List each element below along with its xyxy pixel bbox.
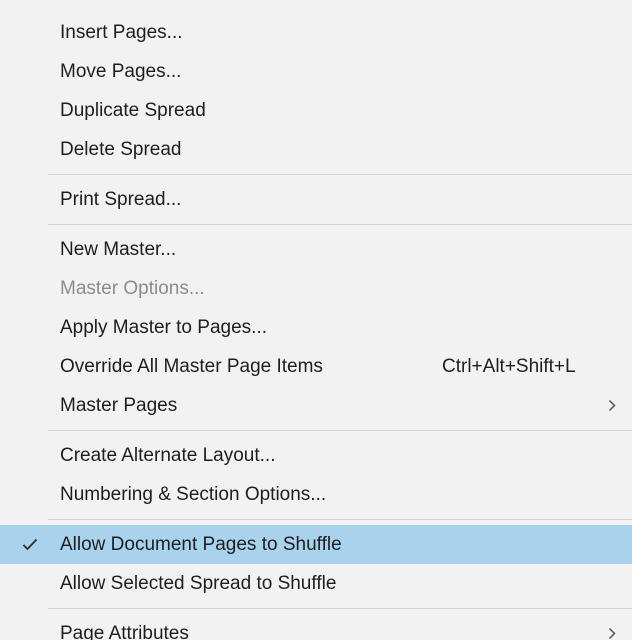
- menu-separator: [48, 519, 632, 520]
- menu-item-allow-document-pages-to-shuffle[interactable]: Allow Document Pages to Shuffle: [0, 525, 632, 564]
- menu-item-label: Master Pages: [60, 395, 178, 416]
- context-menu: Insert Pages... Move Pages... Duplicate …: [0, 0, 632, 640]
- menu-item-delete-spread[interactable]: Delete Spread: [0, 130, 632, 169]
- menu-item-label: Override All Master Page Items: [60, 356, 323, 377]
- menu-item-print-spread[interactable]: Print Spread...: [0, 180, 632, 219]
- checkmark-icon: [18, 525, 42, 564]
- menu-item-insert-pages[interactable]: Insert Pages...: [0, 13, 632, 52]
- menu-item-master-options: Master Options...: [60, 278, 205, 299]
- chevron-right-icon: [608, 386, 616, 425]
- keyboard-shortcut: Ctrl+Alt+Shift+L: [442, 356, 576, 377]
- menu-item-numbering-section-options[interactable]: Numbering & Section Options...: [0, 475, 632, 514]
- menu-item-override-all-master-page-items[interactable]: Override All Master Page Items Ctrl+Alt+…: [0, 347, 632, 386]
- menu-separator: [48, 224, 632, 225]
- menu-item-label: Page Attributes: [60, 623, 189, 640]
- menu-item-page-attributes[interactable]: Page Attributes: [0, 614, 632, 640]
- menu-item-apply-master-to-pages[interactable]: Apply Master to Pages...: [0, 308, 632, 347]
- menu-item-allow-selected-spread-to-shuffle[interactable]: Allow Selected Spread to Shuffle: [0, 564, 632, 603]
- menu-item-create-alternate-layout[interactable]: Create Alternate Layout...: [0, 436, 632, 475]
- menu-item-master-pages[interactable]: Master Pages: [0, 386, 632, 425]
- menu-item-duplicate-spread[interactable]: Duplicate Spread: [0, 91, 632, 130]
- menu-item-new-master[interactable]: New Master...: [0, 230, 632, 269]
- menu-separator: [48, 430, 632, 431]
- menu-item-move-pages[interactable]: Move Pages...: [0, 52, 632, 91]
- menu-separator: [48, 174, 632, 175]
- menu-item-label: Allow Document Pages to Shuffle: [60, 534, 342, 555]
- chevron-right-icon: [608, 614, 616, 640]
- menu-separator: [48, 608, 632, 609]
